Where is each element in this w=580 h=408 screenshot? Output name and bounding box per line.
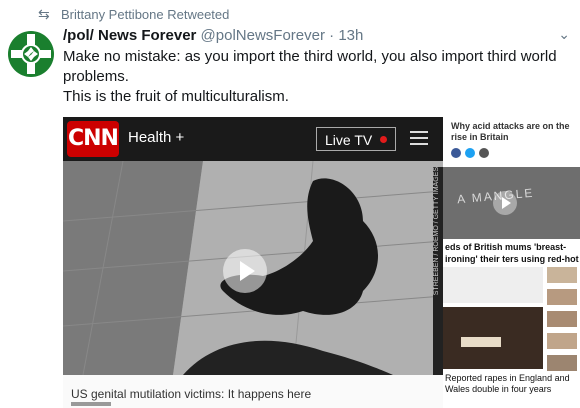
- chest-band: [461, 337, 501, 347]
- video-caption-area: US genital mutilation victims: It happen…: [63, 375, 443, 408]
- thumb-5: [547, 355, 577, 371]
- article-thumbnail: [443, 267, 543, 303]
- tweet-text: Make no mistake: as you import the third…: [63, 47, 563, 107]
- video-caption: US genital mutilation victims: It happen…: [71, 387, 312, 401]
- avatar[interactable]: [7, 30, 55, 78]
- thumb-1: [547, 267, 577, 283]
- live-tv-button: Live TV: [316, 127, 396, 151]
- author-handle[interactable]: @polNewsForever: [201, 27, 325, 44]
- news-side-panel: Why acid attacks are on the rise in Brit…: [443, 117, 580, 408]
- cnn-logo: CNN: [67, 121, 119, 157]
- share-icon: [479, 148, 489, 158]
- retweet-icon: ⇆: [38, 6, 50, 22]
- author-name[interactable]: /pol/ News Forever: [63, 27, 196, 44]
- sign-image: A MANGLE: [443, 167, 580, 239]
- tweet-line-1: Make no mistake: as you import the third…: [63, 48, 557, 85]
- caption-sub-bar: [71, 402, 111, 406]
- video-frame[interactable]: [63, 161, 443, 375]
- retweet-context[interactable]: ⇆ Brittany Pettibone Retweeted: [38, 6, 229, 23]
- live-dot-icon: [380, 136, 387, 143]
- tweet-time[interactable]: 13h: [338, 27, 363, 44]
- photo-credit: STREEBEN / ROEMO / GETTY IMAGES: [433, 167, 440, 296]
- cnn-header: CNN Health + Live TV: [63, 117, 443, 161]
- thumb-3: [547, 311, 577, 327]
- media-card[interactable]: CNN Health + Live TV STREEBEN / ROEMO / …: [63, 117, 580, 408]
- section-label: Health +: [128, 129, 185, 146]
- tweet-header: /pol/ News Forever @polNewsForever · 13h: [63, 27, 363, 44]
- woman-photo: [443, 307, 543, 369]
- avatar-icon: [8, 31, 54, 77]
- separator-dot: ·: [329, 27, 335, 44]
- thumb-2: [547, 289, 577, 305]
- facebook-icon: [451, 148, 461, 158]
- menu-icon: [410, 131, 428, 145]
- retweeted-by[interactable]: Brittany Pettibone Retweeted: [61, 7, 229, 22]
- play-icon[interactable]: [223, 249, 267, 293]
- thumb-4: [547, 333, 577, 349]
- tweet-line-2: This is the fruit of multiculturalism.: [63, 88, 289, 105]
- rapes-headline: Reported rapes in England and Wales doub…: [445, 373, 570, 394]
- acid-headline: Why acid attacks are on the rise in Brit…: [451, 121, 570, 142]
- live-tv-label: Live TV: [325, 132, 373, 148]
- chevron-down-icon[interactable]: ⌄: [558, 26, 570, 43]
- sign-play-icon: [493, 191, 517, 215]
- photo-credit-strip: STREEBEN / ROEMO / GETTY IMAGES: [433, 167, 443, 377]
- twitter-icon: [465, 148, 475, 158]
